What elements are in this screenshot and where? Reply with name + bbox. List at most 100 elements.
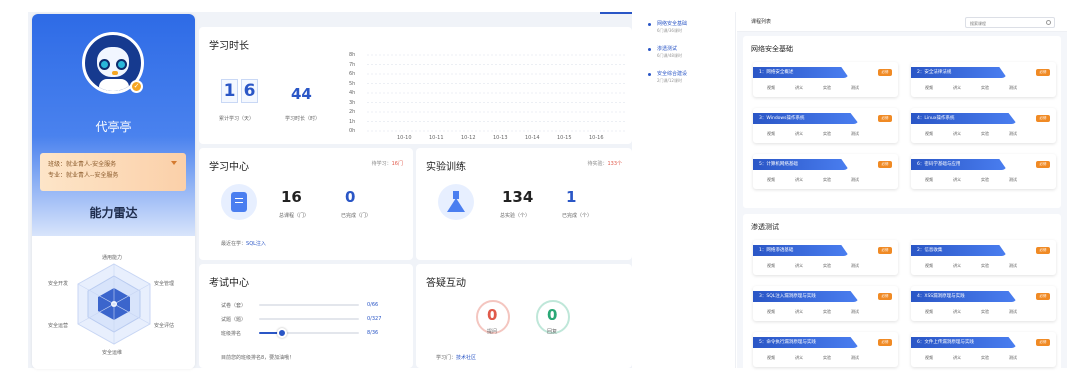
bullet-icon	[648, 73, 651, 76]
course-action-2[interactable]: 实验	[823, 131, 851, 137]
course-action-3[interactable]: 测试	[1009, 131, 1037, 137]
required-badge: 必修	[878, 115, 892, 122]
course-action-1[interactable]: 讲义	[953, 177, 981, 183]
course-action-2[interactable]: 实验	[981, 131, 1009, 137]
course-card[interactable]: 1：网络安全概述 必修 视频 讲义 实验 测试	[753, 62, 898, 97]
hint-value: 16门	[391, 161, 403, 167]
course-action-1[interactable]: 讲义	[795, 177, 823, 183]
course-card[interactable]: 5：命令执行漏洞原理与实践 必修 视频 讲义 实验 测试	[753, 332, 898, 367]
course-action-1[interactable]: 讲义	[953, 263, 981, 269]
course-action-0[interactable]: 视频	[925, 309, 953, 315]
course-action-1[interactable]: 讲义	[795, 263, 823, 269]
course-card[interactable]: 6：密码学基础与应用 必修 视频 讲义 实验 测试	[911, 154, 1056, 189]
course-action-2[interactable]: 实验	[823, 355, 851, 361]
hint-prefix: 待学习：	[371, 161, 392, 167]
class-selector[interactable]: 班级：就业青人-安全服务 专业：就业青人--安全服务	[40, 153, 186, 191]
course-action-2[interactable]: 实验	[981, 263, 1009, 269]
course-action-2[interactable]: 实验	[823, 85, 851, 91]
chart-x-tick: 10-11	[429, 135, 444, 141]
course-card[interactable]: 3：Windows操作系统 必修 视频 讲义 实验 测试	[753, 108, 898, 143]
train-panel[interactable]: 实验训练 待实验：133个 134 总实验（个） 1 已完成（个）	[416, 148, 632, 260]
course-action-0[interactable]: 视频	[767, 355, 795, 361]
course-action-2[interactable]: 实验	[981, 309, 1009, 315]
recent-course: 最近在学：SQL注入	[221, 240, 266, 247]
course-nav-item[interactable]: 安全综合建设 2门课/12课时	[648, 70, 734, 86]
course-title-ribbon: 4：XSS漏洞原理与实践	[911, 291, 1017, 302]
study-time-title: 学习时长	[209, 41, 249, 52]
course-list-header: 课程列表	[737, 12, 1067, 32]
course-action-1[interactable]: 讲义	[953, 355, 981, 361]
course-action-0[interactable]: 视频	[767, 85, 795, 91]
radar-label-dev: 安全开发	[48, 281, 69, 287]
course-action-3[interactable]: 测试	[851, 85, 879, 91]
course-action-3[interactable]: 测试	[1009, 177, 1037, 183]
course-title: 5：命令执行漏洞原理与实践	[759, 340, 816, 345]
course-action-0[interactable]: 视频	[925, 263, 953, 269]
course-title: 6：密码学基础与应用	[917, 162, 961, 167]
course-card[interactable]: 6：文件上传漏洞原理与实践 必修 视频 讲义 实验 测试	[911, 332, 1056, 367]
course-action-1[interactable]: 讲义	[795, 355, 823, 361]
course-action-1[interactable]: 讲义	[795, 309, 823, 315]
course-category-nav: 网络安全基础 6门课/36课时 渗透测试 6门课/48课时 安全综合建设 2门课/12课时	[640, 12, 736, 368]
exam-panel[interactable]: 考试中心 试卷（套） 0/66 试题（题） 0/327 班级排名 8/36 目前您的班级排…	[199, 264, 413, 368]
course-action-1[interactable]: 讲义	[795, 85, 823, 91]
course-action-2[interactable]: 实验	[981, 177, 1009, 183]
course-section: 渗透测试 1：网络渗透基础 必修 视频 讲义 实验 测试 2：信息收集 必修 视频 讲义 实验 测试 3：…	[743, 214, 1061, 386]
course-action-3[interactable]: 测试	[851, 263, 879, 269]
avatar-beak	[112, 71, 118, 75]
course-card[interactable]: 1：网络渗透基础 必修 视频 讲义 实验 测试	[753, 240, 898, 275]
course-action-3[interactable]: 测试	[851, 355, 879, 361]
learn-center-hint: 待学习：16门	[372, 160, 403, 167]
course-section-title: 渗透测试	[751, 223, 779, 231]
recent-course-link[interactable]: SQL注入	[246, 241, 266, 247]
exam-row-value: 8/36	[367, 330, 379, 336]
course-title-ribbon: 6：密码学基础与应用	[911, 159, 1007, 170]
course-action-0[interactable]: 视频	[925, 355, 953, 361]
course-action-3[interactable]: 测试	[1009, 263, 1037, 269]
course-action-2[interactable]: 实验	[823, 177, 851, 183]
community-link[interactable]: 技术社区	[456, 355, 476, 361]
course-action-0[interactable]: 视频	[925, 177, 953, 183]
course-action-2[interactable]: 实验	[823, 309, 851, 315]
course-nav-item[interactable]: 网络安全基础 6门课/36课时	[648, 20, 734, 36]
course-action-1[interactable]: 讲义	[953, 131, 981, 137]
course-card[interactable]: 4：Linux操作系统 必修 视频 讲义 实验 测试	[911, 108, 1056, 143]
qa-panel[interactable]: 答疑互动 0 提问 0 回复 学习门：技术社区	[416, 264, 632, 368]
course-card[interactable]: 5：计算机网络基础 必修 视频 讲义 实验 测试	[753, 154, 898, 189]
course-action-2[interactable]: 实验	[981, 355, 1009, 361]
course-nav-title: 安全综合建设	[657, 71, 688, 77]
course-action-3[interactable]: 测试	[851, 309, 879, 315]
course-title: 4：Linux操作系统	[917, 116, 955, 121]
chart-x-tick: 10-12	[461, 135, 476, 141]
course-action-0[interactable]: 视频	[767, 131, 795, 137]
course-card[interactable]: 4：XSS漏洞原理与实践 必修 视频 讲义 实验 测试	[911, 286, 1056, 321]
search-box[interactable]	[965, 17, 1055, 28]
course-action-2[interactable]: 实验	[823, 263, 851, 269]
radar-chart: 通用能力 安全管理 安全评估 安全运维 安全运营 安全开发	[32, 236, 195, 369]
learn-center-panel[interactable]: 学习中心 待学习：16门 16 总课程（门） 0 已完成（门） 最近在学：SQL…	[199, 148, 413, 260]
asked-value: 0	[487, 306, 498, 324]
course-title-ribbon: 2：信息收集	[911, 245, 1007, 256]
verified-badge-icon: ✓	[130, 80, 143, 93]
course-action-3[interactable]: 测试	[851, 131, 879, 137]
course-action-0[interactable]: 视频	[925, 85, 953, 91]
chevron-down-icon[interactable]	[171, 161, 177, 165]
course-action-3[interactable]: 测试	[1009, 355, 1037, 361]
course-action-3[interactable]: 测试	[851, 177, 879, 183]
course-action-0[interactable]: 视频	[767, 177, 795, 183]
search-input[interactable]	[966, 19, 1036, 28]
course-action-3[interactable]: 测试	[1009, 85, 1037, 91]
course-action-1[interactable]: 讲义	[953, 309, 981, 315]
course-action-0[interactable]: 视频	[767, 263, 795, 269]
course-card[interactable]: 3：SQL注入漏洞原理与实践 必修 视频 讲义 实验 测试	[753, 286, 898, 321]
course-action-3[interactable]: 测试	[1009, 309, 1037, 315]
course-action-2[interactable]: 实验	[981, 85, 1009, 91]
course-card[interactable]: 2：信息收集 必修 视频 讲义 实验 测试	[911, 240, 1056, 275]
search-icon[interactable]	[1046, 20, 1051, 25]
course-action-0[interactable]: 视频	[767, 309, 795, 315]
course-card[interactable]: 2：安全法律法规 必修 视频 讲义 实验 测试	[911, 62, 1056, 97]
course-action-0[interactable]: 视频	[925, 131, 953, 137]
course-action-1[interactable]: 讲义	[953, 85, 981, 91]
course-nav-item[interactable]: 渗透测试 6门课/48课时	[648, 45, 734, 61]
course-action-1[interactable]: 讲义	[795, 131, 823, 137]
